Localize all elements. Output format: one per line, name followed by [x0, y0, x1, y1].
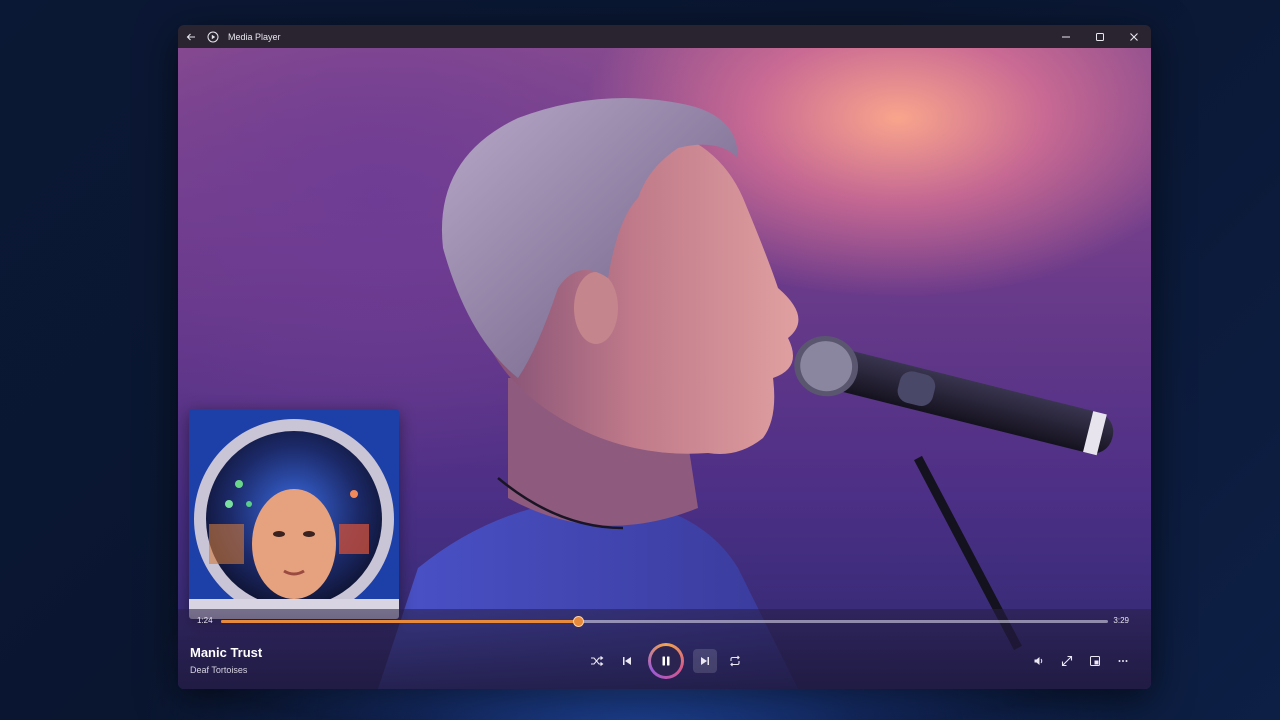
back-arrow-icon: [186, 33, 195, 40]
elapsed-time: 1:24: [197, 616, 213, 625]
next-button[interactable]: [693, 649, 717, 673]
seek-bar-thumb[interactable]: [573, 616, 585, 627]
pause-icon: [662, 656, 670, 666]
fullscreen-icon: [1061, 655, 1073, 667]
volume-icon: [1034, 657, 1043, 665]
playback-controls: 1:24 3:29 Manic Trust Deaf Tortoises: [178, 609, 1151, 689]
miniplayer-icon: [1090, 656, 1100, 666]
minimize-icon: [1062, 36, 1070, 37]
secondary-controls: [1025, 649, 1137, 673]
next-icon: [701, 657, 709, 665]
volume-button[interactable]: [1025, 649, 1053, 673]
media-player-logo-icon: [206, 30, 220, 44]
transport-controls: [582, 643, 750, 679]
shuffle-button[interactable]: [582, 646, 612, 676]
previous-icon: [623, 657, 631, 665]
fullscreen-button[interactable]: [1053, 649, 1081, 673]
more-options-button[interactable]: [1109, 649, 1137, 673]
album-art-image: [189, 409, 399, 619]
album-art[interactable]: [189, 409, 399, 619]
total-time: 3:29: [1113, 616, 1129, 625]
title-bar: Media Player: [178, 25, 1151, 48]
play-pause-button[interactable]: [648, 643, 684, 679]
back-button[interactable]: [178, 25, 204, 48]
more-options-icon: [1118, 660, 1128, 662]
repeat-button[interactable]: [720, 646, 750, 676]
window-title: Media Player: [228, 31, 281, 42]
maximize-button[interactable]: [1083, 25, 1117, 48]
previous-button[interactable]: [612, 646, 642, 676]
close-icon: [1130, 32, 1138, 41]
shuffle-icon: [591, 656, 604, 666]
repeat-icon: [730, 655, 740, 667]
close-button[interactable]: [1117, 25, 1151, 48]
minimize-button[interactable]: [1049, 25, 1083, 48]
video-area[interactable]: 1:24 3:29 Manic Trust Deaf Tortoises: [178, 48, 1151, 689]
seek-bar-fill: [221, 620, 579, 623]
seek-bar[interactable]: [221, 616, 1108, 627]
miniplayer-button[interactable]: [1081, 649, 1109, 673]
track-artist[interactable]: Deaf Tortoises: [190, 665, 247, 675]
media-player-window: Media Player 1:24 3:29 Manic Trust Deaf …: [178, 25, 1151, 689]
maximize-icon: [1096, 32, 1104, 41]
track-title: Manic Trust: [190, 645, 263, 660]
